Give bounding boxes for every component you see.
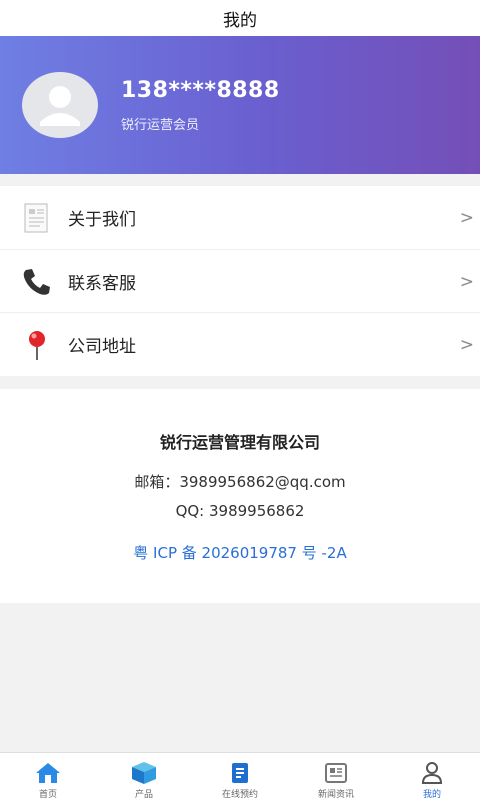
company-qq: QQ: 3989956862: [175, 502, 305, 520]
tab-label: 我的: [422, 790, 441, 800]
booking-icon: [232, 763, 248, 783]
tab-label: 首页: [38, 790, 57, 800]
menu-item-label: 公司地址: [68, 337, 136, 357]
profile-header: 138****8888 锐行运营会员: [0, 36, 480, 174]
company-email: 邮箱：3989956862@qq.com: [134, 473, 346, 491]
tab-home[interactable]: 首页: [0, 753, 96, 801]
chevron-right-icon: >: [459, 334, 474, 355]
tab-label: 新闻资讯: [317, 790, 354, 800]
tab-mine[interactable]: 我的: [384, 753, 480, 801]
menu-item-address[interactable]: 公司地址 >: [0, 312, 480, 376]
menu-list: 关于我们 > 联系客服 > 公司地址 >: [0, 186, 480, 376]
document-icon: [24, 203, 48, 232]
tab-news[interactable]: 新闻资讯: [288, 753, 384, 801]
icp-link[interactable]: 粤 ICP 备 2026019787 号 -2A: [0, 542, 480, 563]
menu-item-label: 联系客服: [68, 274, 136, 294]
tab-booking[interactable]: 在线预约: [192, 753, 288, 801]
avatar[interactable]: [22, 72, 98, 138]
tab-label: 在线预约: [221, 790, 258, 800]
bottom-tab-bar: 首页 产品 在线预约 新闻资讯 我的: [0, 752, 480, 801]
user-icon: [421, 762, 443, 784]
tab-products[interactable]: 产品: [96, 753, 192, 801]
chevron-right-icon: >: [459, 271, 474, 292]
page-title: 我的: [223, 10, 257, 31]
phone-icon: [23, 268, 50, 295]
menu-item-label: 关于我们: [68, 210, 136, 230]
top-bar: 我的: [0, 0, 480, 36]
tab-label: 产品: [134, 790, 153, 800]
location-pin-icon: [29, 330, 45, 360]
menu-item-about[interactable]: 关于我们 >: [0, 186, 480, 249]
company-info: 锐行运营管理有限公司 邮箱：3989956862@qq.com QQ: 3989…: [0, 389, 480, 603]
company-name: 锐行运营管理有限公司: [159, 433, 320, 452]
chevron-right-icon: >: [459, 207, 474, 228]
home-icon: [36, 763, 60, 783]
news-icon: [325, 763, 347, 783]
user-phone: 138****8888: [121, 78, 280, 103]
avatar-user-icon: [40, 86, 80, 126]
menu-item-contact[interactable]: 联系客服 >: [0, 249, 480, 313]
box-icon: [132, 762, 156, 784]
member-label: 锐行运营会员: [121, 118, 200, 133]
